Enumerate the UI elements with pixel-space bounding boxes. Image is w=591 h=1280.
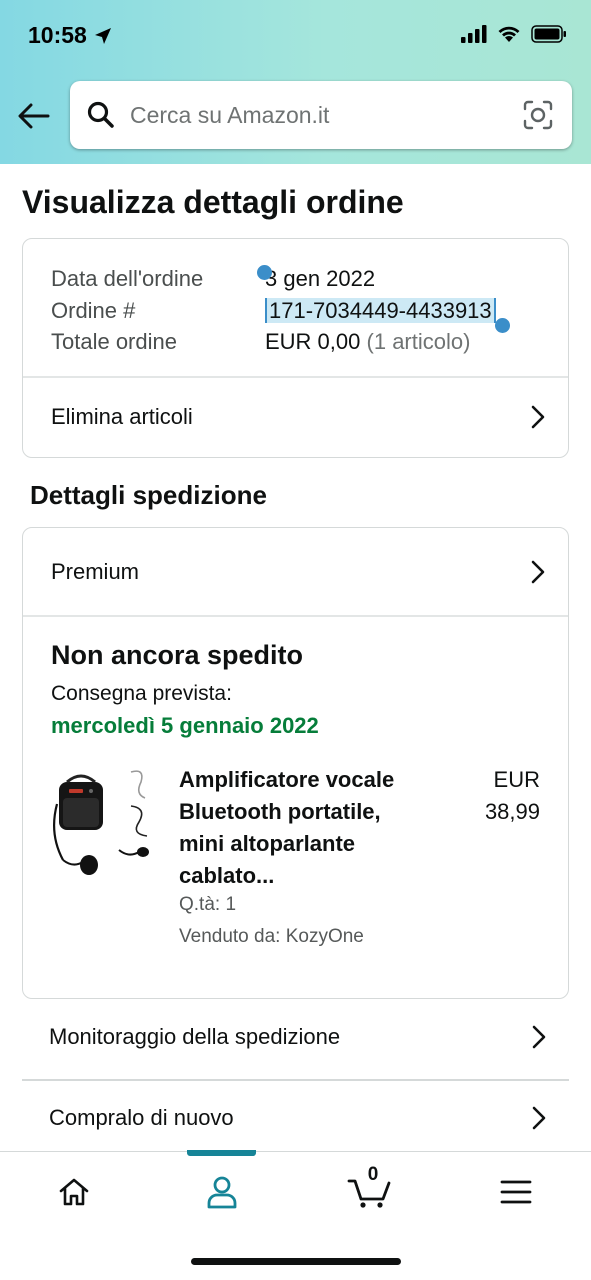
camera-scan-icon[interactable] [522,99,554,131]
home-indicator[interactable] [191,1258,401,1265]
order-date-value: 3 gen 2022 [257,263,376,295]
order-info-list: Data dell'ordine 3 gen 2022 Ordine # 171… [51,263,510,358]
track-shipment-row[interactable]: Monitoraggio della spedizione [22,997,569,1077]
shipping-card: Premium Non ancora spedito Consegna prev… [22,527,569,999]
order-number-label: Ordine # [51,297,136,323]
cellular-signal-icon [461,25,487,43]
search-icon [87,101,114,128]
chevron-right-icon [531,560,545,583]
account-icon [207,1176,237,1209]
wifi-icon [498,26,520,42]
order-total-amount: EUR 0,00 [265,329,361,354]
order-total-label: Totale ordine [51,329,177,354]
home-icon [59,1178,89,1206]
product-currency: EUR [493,767,540,792]
selection-start-handle[interactable] [257,265,272,280]
buy-again-row[interactable]: Compralo di nuovo [22,1078,569,1158]
battery-icon [531,25,566,43]
product-seller: Venduto da: KozyOne [179,926,364,947]
product-quantity: Q.tà: 1 [179,894,237,915]
selection-end-handle[interactable] [494,317,510,333]
order-number-selected-text[interactable]: 171-7034449-4433913 [265,297,496,323]
chevron-right-icon [531,405,545,429]
delete-items-row[interactable]: Elimina articoli [23,377,568,457]
shipment-status: Non ancora spedito [51,640,304,670]
card-divider [23,615,568,617]
product-price: EUR 38,99 [450,764,540,828]
product-title[interactable]: Amplificatore vocale Bluetooth portatile… [179,764,429,892]
search-input[interactable] [130,101,500,129]
header-bar: 10:58 [0,0,591,164]
chevron-right-icon [532,1025,546,1049]
back-arrow-icon[interactable] [16,98,52,134]
order-number-row: Ordine # 171-7034449-4433913 [51,295,510,333]
order-date-label: Data dell'ordine [51,266,204,291]
nav-home[interactable] [44,1170,104,1214]
product-price-value: 38,99 [484,799,540,824]
status-time-text: 10:58 [28,22,87,48]
nav-menu[interactable] [486,1170,546,1214]
delete-items-label: Elimina articoli [51,404,193,429]
nav-account[interactable] [192,1170,252,1214]
location-arrow-icon [94,27,111,44]
delivery-date: mercoledì 5 gennaio 2022 [51,713,319,738]
order-item-count: (1 articolo) [366,329,471,354]
chevron-right-icon [532,1106,546,1130]
shipping-service-row[interactable]: Premium [23,528,568,615]
shipping-section-title: Dettagli spedizione [30,480,267,510]
delivery-label: Consegna prevista: [51,682,232,705]
menu-icon [500,1180,532,1204]
order-total-row: Totale ordine EUR 0,00 (1 articolo) [51,326,496,358]
order-date-row: Data dell'ordine 3 gen 2022 [51,263,496,295]
order-summary-card: Data dell'ordine 3 gen 2022 Ordine # 171… [22,238,569,458]
order-total-value: EUR 0,00 (1 articolo) [265,326,470,358]
status-time: 10:58 [28,22,113,49]
status-indicators [461,25,567,43]
product-image[interactable] [49,764,155,882]
order-number-value[interactable]: 171-7034449-4433913 [265,295,510,333]
page-title: Visualizza dettagli ordine [22,184,404,220]
active-tab-indicator [187,1150,256,1156]
shipping-service-label: Premium [51,558,140,584]
search-bar[interactable] [70,81,572,149]
buy-again-label: Compralo di nuovo [49,1105,234,1130]
cart-count-badge: 0 [367,1164,379,1185]
order-date-text: 3 gen 2022 [265,266,376,291]
track-shipment-label: Monitoraggio della spedizione [49,1024,341,1049]
